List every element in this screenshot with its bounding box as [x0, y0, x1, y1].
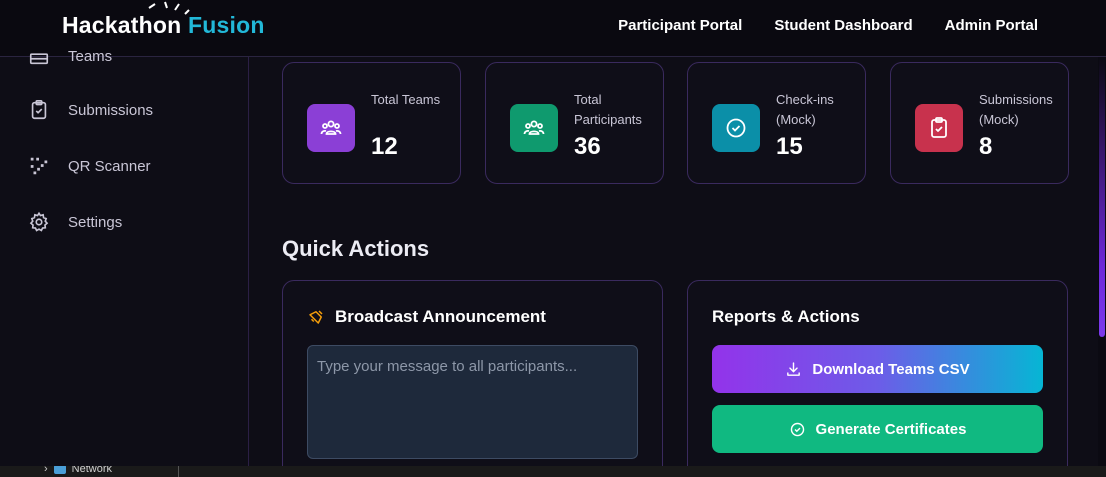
nav-admin-portal[interactable]: Admin Portal — [945, 17, 1038, 34]
sidebar-item-submissions[interactable]: Submissions — [28, 99, 153, 121]
stat-value: 15 — [776, 133, 803, 160]
sidebar-item-label: Teams — [68, 47, 113, 65]
app-window: Hackathon Fusion Participant Portal Stud… — [0, 0, 1106, 466]
users-icon — [523, 120, 545, 135]
check-circle-icon — [790, 422, 804, 436]
teams-icon — [29, 53, 49, 65]
stat-icon-box — [510, 104, 558, 152]
sidebar-item-label: QR Scanner — [68, 157, 151, 175]
clipboard-check-icon — [31, 100, 47, 120]
stat-label: Total Teams — [371, 92, 441, 107]
taskbar-item-label: Network — [71, 466, 113, 475]
users-icon — [320, 120, 342, 135]
network-icon — [53, 466, 66, 474]
divider — [178, 466, 179, 477]
check-circle-icon — [726, 118, 746, 138]
stat-card-check-ins: Check-ins (Mock) 15 — [687, 62, 866, 184]
stat-label: Total Participants — [574, 92, 642, 127]
download-teams-csv-button[interactable]: Download Teams CSV — [712, 345, 1043, 393]
stat-value: 12 — [371, 133, 398, 160]
sidebar-item-label: Settings — [68, 213, 123, 231]
reports-card: Reports & Actions Download Teams CSV Gen… — [687, 280, 1068, 466]
sidebar-item-teams[interactable]: Teams — [28, 45, 112, 67]
stat-card-total-participants: Total Participants 36 — [485, 62, 664, 184]
quick-actions-heading: Quick Actions — [282, 236, 430, 261]
sidebar-item-label: Submissions — [68, 101, 154, 119]
top-header: Hackathon Fusion Participant Portal Stud… — [0, 0, 1106, 57]
sidebar-item-qr-scanner[interactable]: QR Scanner — [28, 155, 151, 177]
button-label: Generate Certificates — [815, 420, 967, 438]
sidebar-item-settings[interactable]: Settings — [28, 211, 122, 233]
broadcast-card: Broadcast Announcement — [282, 280, 663, 466]
sidebar: Teams Submissions QR Scanner Settings — [0, 48, 249, 466]
scrollbar-thumb[interactable] — [1099, 57, 1105, 337]
gear-icon — [29, 211, 49, 232]
announcement-input[interactable] — [307, 345, 638, 459]
generate-certificates-button[interactable]: Generate Certificates — [712, 405, 1043, 453]
qr-scan-icon — [30, 157, 48, 175]
stat-value: 8 — [979, 133, 993, 160]
logo-accent-text: Fusion — [187, 12, 265, 38]
stat-icon-box — [712, 104, 760, 152]
broadcast-title: Broadcast Announcement — [335, 307, 546, 326]
taskbar-strip: › Network — [0, 466, 1106, 477]
stat-icon-box — [915, 104, 963, 152]
nav-participant-portal[interactable]: Participant Portal — [618, 17, 742, 34]
megaphone-icon — [309, 310, 323, 324]
main-content: Total Teams 12 Total Participants 36 Che… — [250, 57, 1098, 466]
chevron-right-icon: › — [44, 466, 48, 475]
app-logo[interactable]: Hackathon Fusion — [62, 12, 265, 39]
clipboard-check-icon — [931, 117, 947, 138]
logo-main-text: Hackathon — [62, 12, 182, 38]
nav-student-dashboard[interactable]: Student Dashboard — [774, 17, 912, 34]
stat-value: 36 — [574, 133, 601, 160]
button-label: Download Teams CSV — [812, 360, 970, 378]
download-icon — [787, 361, 801, 376]
reports-title: Reports & Actions — [712, 307, 860, 326]
top-nav: Participant Portal Student Dashboard Adm… — [618, 17, 1038, 34]
stat-card-submissions: Submissions (Mock) 8 — [890, 62, 1069, 184]
stat-card-total-teams: Total Teams 12 — [282, 62, 461, 184]
stat-label: Check-ins (Mock) — [776, 92, 834, 127]
taskbar-network-item[interactable]: › Network — [44, 466, 112, 475]
stat-icon-box — [307, 104, 355, 152]
page-scrollbar[interactable] — [1098, 57, 1106, 466]
stat-label: Submissions (Mock) — [979, 92, 1053, 127]
